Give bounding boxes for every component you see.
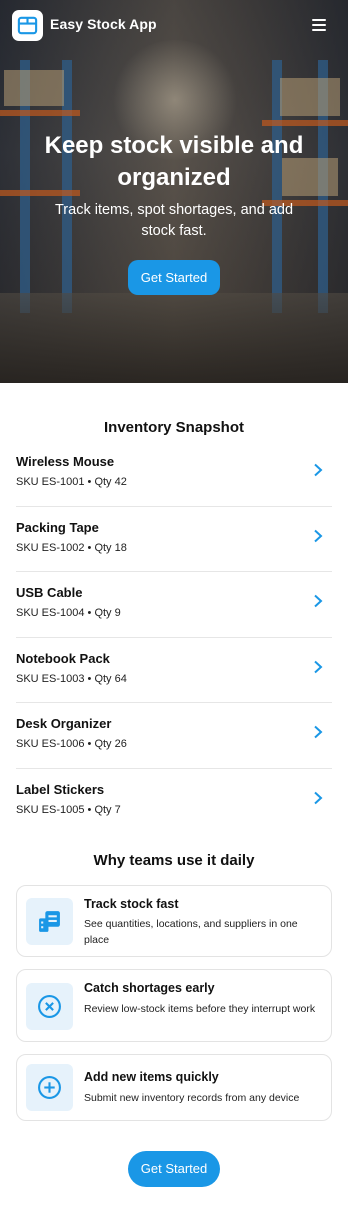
plus-circle-icon xyxy=(38,1076,61,1099)
inventory-item[interactable]: Packing Tape SKU ES-1002 • Qty 18 xyxy=(16,507,332,572)
hero-floor xyxy=(0,293,348,383)
inventory-item[interactable]: Label Stickers SKU ES-1005 • Qty 7 xyxy=(16,769,332,835)
chevron-right-icon[interactable] xyxy=(312,725,324,739)
app-title: Easy Stock App xyxy=(50,16,157,32)
item-meta: SKU ES-1004 • Qty 9 xyxy=(16,607,121,619)
inventory-item[interactable]: Notebook Pack SKU ES-1003 • Qty 64 xyxy=(16,638,332,703)
item-meta: SKU ES-1003 • Qty 64 xyxy=(16,672,127,685)
inventory-item[interactable]: Desk Organizer SKU ES-1006 • Qty 26 xyxy=(16,703,332,769)
feature-icon-box xyxy=(26,983,73,1030)
get-started-button[interactable]: Get Started xyxy=(127,260,221,295)
item-name: Notebook Pack xyxy=(16,650,110,666)
item-meta: SKU ES-1006 • Qty 26 xyxy=(16,738,127,750)
hero-shelf xyxy=(0,110,80,116)
app-logo[interactable] xyxy=(12,10,43,41)
item-meta: SKU ES-1005 • Qty 7 xyxy=(16,803,121,816)
item-name: Packing Tape xyxy=(16,519,99,535)
feature-desc: Submit new inventory records from any de… xyxy=(84,1092,300,1104)
chevron-right-icon[interactable] xyxy=(312,594,324,608)
chevron-right-icon[interactable] xyxy=(312,791,324,805)
feature-title: Add new items quickly xyxy=(84,1070,219,1084)
hero-subtitle: Track items, spot shortages, and add sto… xyxy=(54,202,294,239)
features-title: Why teams use it daily xyxy=(93,852,255,869)
inventory-list: Wireless Mouse SKU ES-1001 • Qty 42 Pack… xyxy=(0,441,348,834)
hero-title: Keep stock visible and organized xyxy=(44,132,304,191)
hero-content: Keep stock visible and organized Track i… xyxy=(0,130,348,295)
item-name: USB Cable xyxy=(16,585,83,600)
chevron-right-icon[interactable] xyxy=(312,660,324,674)
feature-icon-box xyxy=(26,898,73,945)
x-circle-icon xyxy=(38,995,61,1018)
feature-title: Track stock fast xyxy=(84,897,179,911)
item-name: Wireless Mouse xyxy=(16,454,115,469)
feature-desc: Review low-stock items before they inter… xyxy=(84,1003,316,1015)
feature-title: Catch shortages early xyxy=(84,981,215,995)
hero-box xyxy=(4,70,64,106)
navbar: Easy Stock App xyxy=(0,0,348,50)
inventory-item[interactable]: Wireless Mouse SKU ES-1001 • Qty 42 xyxy=(16,441,332,507)
feature-card: Track stock fast See quantities, locatio… xyxy=(16,885,332,957)
item-name: Label Stickers xyxy=(16,781,105,797)
chevron-right-icon[interactable] xyxy=(312,529,324,543)
inventory-item[interactable]: USB Cable SKU ES-1004 • Qty 9 xyxy=(16,572,332,638)
hero-box xyxy=(280,78,340,116)
list-icon xyxy=(39,911,60,932)
hero-shelf xyxy=(262,120,348,126)
feature-icon-box xyxy=(26,1064,73,1111)
feature-card: Add new items quickly Submit new invento… xyxy=(16,1054,332,1121)
footer-cta-wrap: Get Started xyxy=(0,1151,348,1187)
item-meta: SKU ES-1001 • Qty 42 xyxy=(16,476,127,488)
chevron-right-icon[interactable] xyxy=(312,463,324,477)
feature-card: Catch shortages early Review low-stock i… xyxy=(16,969,332,1042)
item-meta: SKU ES-1002 • Qty 18 xyxy=(16,541,127,554)
feature-desc: See quantities, locations, and suppliers… xyxy=(84,918,298,946)
hamburger-menu-icon[interactable] xyxy=(312,19,326,31)
get-started-button[interactable]: Get Started xyxy=(127,1151,221,1187)
hero-banner: Easy Stock App Keep stock visible and or… xyxy=(0,0,348,383)
snapshot-title: Inventory Snapshot xyxy=(103,419,245,436)
box-icon xyxy=(17,16,38,35)
item-name: Desk Organizer xyxy=(16,716,112,731)
